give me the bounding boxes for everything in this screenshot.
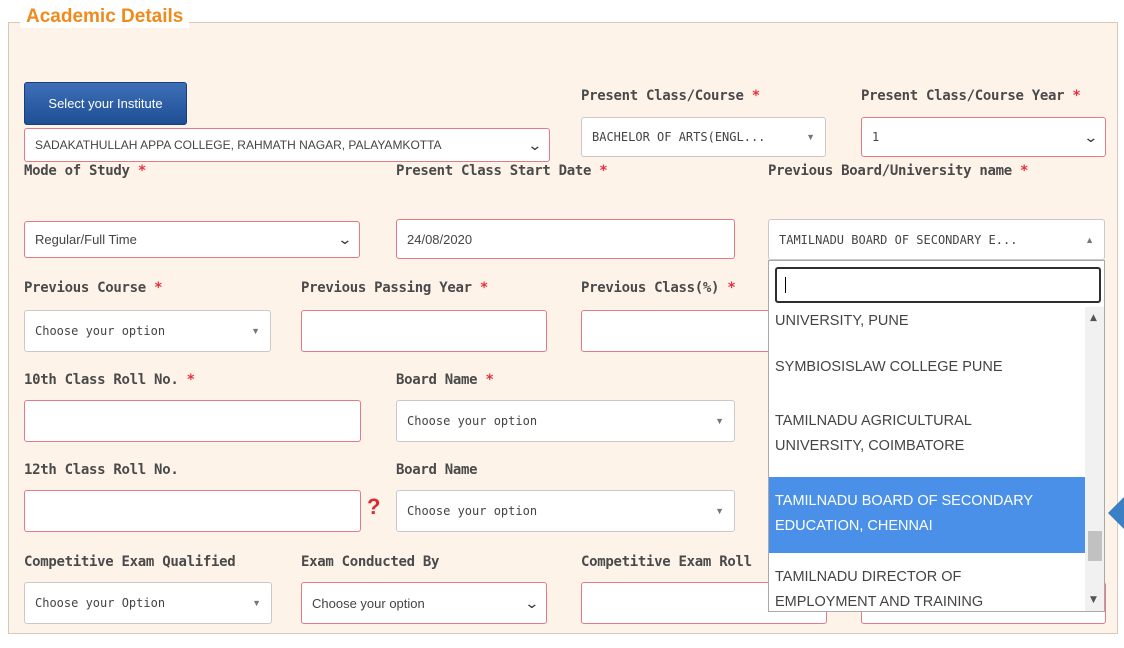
prev-course-select[interactable]: Choose your option ▼ xyxy=(24,310,271,352)
competitive-value: Choose your Option xyxy=(35,596,166,610)
help-icon[interactable]: ? xyxy=(367,494,380,520)
prev-class-pct-label: Previous Class(%) * xyxy=(581,280,736,296)
dropdown-arrow-up-icon: ▲ xyxy=(1085,234,1094,245)
scroll-up-icon[interactable]: ▲ xyxy=(1090,313,1097,323)
present-class-value: BACHELOR OF ARTS(ENGL... xyxy=(592,130,766,144)
institute-select[interactable]: SADAKATHULLAH APPA COLLEGE, RAHMATH NAGA… xyxy=(24,128,550,162)
dropdown-arrow-icon: ▼ xyxy=(715,416,724,426)
select-institute-button[interactable]: Select your Institute xyxy=(24,82,187,125)
competitive-select[interactable]: Choose your Option ▼ xyxy=(24,582,272,624)
dropdown-option[interactable]: UNIVERSITY, PUNE xyxy=(769,307,1085,339)
dropdown-option[interactable]: SYMBIOSISLAW COLLEGE PUNE xyxy=(769,341,1085,397)
mode-of-study-select[interactable]: Regular/Full Time ⌄ xyxy=(24,221,360,258)
roll-10-label: 10th Class Roll No. * xyxy=(24,372,195,388)
chevron-down-icon: ⌄ xyxy=(524,594,540,611)
dropdown-arrow-icon: ▼ xyxy=(251,326,260,336)
present-class-select[interactable]: BACHELOR OF ARTS(ENGL... ▼ xyxy=(581,117,826,157)
roll-10-input[interactable] xyxy=(24,400,361,442)
dropdown-search-input[interactable] xyxy=(775,267,1101,303)
prev-board-value: TAMILNADU BOARD OF SECONDARY E... xyxy=(779,232,1018,247)
board-12-value: Choose your option xyxy=(407,504,538,518)
exam-conducted-label: Exam Conducted By xyxy=(301,554,440,570)
present-year-select[interactable]: 1 ⌄ xyxy=(861,117,1106,157)
exam-conducted-select[interactable]: Choose your option ⌄ xyxy=(301,582,547,624)
dropdown-arrow-icon: ▼ xyxy=(715,506,724,516)
prev-board-select[interactable]: TAMILNADU BOARD OF SECONDARY E... ▲ xyxy=(768,219,1105,260)
present-class-label: Present Class/Course * xyxy=(581,88,760,104)
mode-of-study-value: Regular/Full Time xyxy=(35,232,137,247)
board-dropdown-panel: UNIVERSITY, PUNE SYMBIOSISLAW COLLEGE PU… xyxy=(768,260,1105,612)
board-10-select[interactable]: Choose your option ▼ xyxy=(396,400,735,442)
dropdown-option[interactable]: TAMILNADU AGRICULTURAL UNIVERSITY, COIMB… xyxy=(769,397,1085,475)
dropdown-scrollbar[interactable]: ▲ ▼ xyxy=(1085,307,1104,611)
exam-conducted-value: Choose your option xyxy=(312,595,425,611)
dropdown-arrow-icon: ▼ xyxy=(806,132,815,142)
start-date-value: 24/08/2020 xyxy=(407,231,473,247)
dropdown-options-list: UNIVERSITY, PUNE SYMBIOSISLAW COLLEGE PU… xyxy=(769,307,1085,611)
scroll-down-icon[interactable]: ▼ xyxy=(1090,595,1097,605)
board-10-label: Board Name * xyxy=(396,372,494,388)
prev-passing-year-input[interactable] xyxy=(301,310,547,352)
chevron-down-icon: ⌄ xyxy=(1083,128,1099,145)
start-date-label: Present Class Start Date * xyxy=(396,163,608,179)
roll-12-input[interactable] xyxy=(24,490,361,532)
section-title: Academic Details xyxy=(20,6,190,28)
chevron-down-icon: ⌄ xyxy=(337,231,353,247)
present-year-label: Present Class/Course Year * xyxy=(861,88,1081,104)
prev-passing-year-label: Previous Passing Year * xyxy=(301,280,488,296)
dropdown-option-selected[interactable]: TAMILNADU BOARD OF SECONDARY EDUCATION, … xyxy=(769,477,1085,553)
competitive-label: Competitive Exam Qualified xyxy=(24,554,236,570)
prev-course-value: Choose your option xyxy=(35,324,166,338)
present-year-value: 1 xyxy=(872,130,880,144)
prev-class-pct-input[interactable] xyxy=(581,310,771,352)
chevron-down-icon: ⌄ xyxy=(527,136,543,153)
scrollbar-thumb[interactable] xyxy=(1088,531,1102,561)
board-10-value: Choose your option xyxy=(407,414,538,428)
prev-course-label: Previous Course * xyxy=(24,280,163,296)
text-caret xyxy=(785,277,786,293)
competitive-roll-label: Competitive Exam Roll xyxy=(581,554,752,570)
mode-of-study-label: Mode of Study * xyxy=(24,163,146,179)
start-date-input[interactable]: 24/08/2020 xyxy=(396,219,735,259)
institute-value: SADAKATHULLAH APPA COLLEGE, RAHMATH NAGA… xyxy=(35,138,442,152)
roll-12-label: 12th Class Roll No. xyxy=(24,462,179,478)
dropdown-option[interactable]: TAMILNADU DIRECTOR OF EMPLOYMENT AND TRA… xyxy=(769,553,1085,611)
pointer-arrow-icon xyxy=(1108,497,1124,529)
dropdown-arrow-icon: ▼ xyxy=(252,598,261,608)
board-12-select[interactable]: Choose your option ▼ xyxy=(396,490,735,532)
board-12-label: Board Name xyxy=(396,462,478,478)
prev-board-label: Previous Board/University name * xyxy=(768,163,1029,179)
